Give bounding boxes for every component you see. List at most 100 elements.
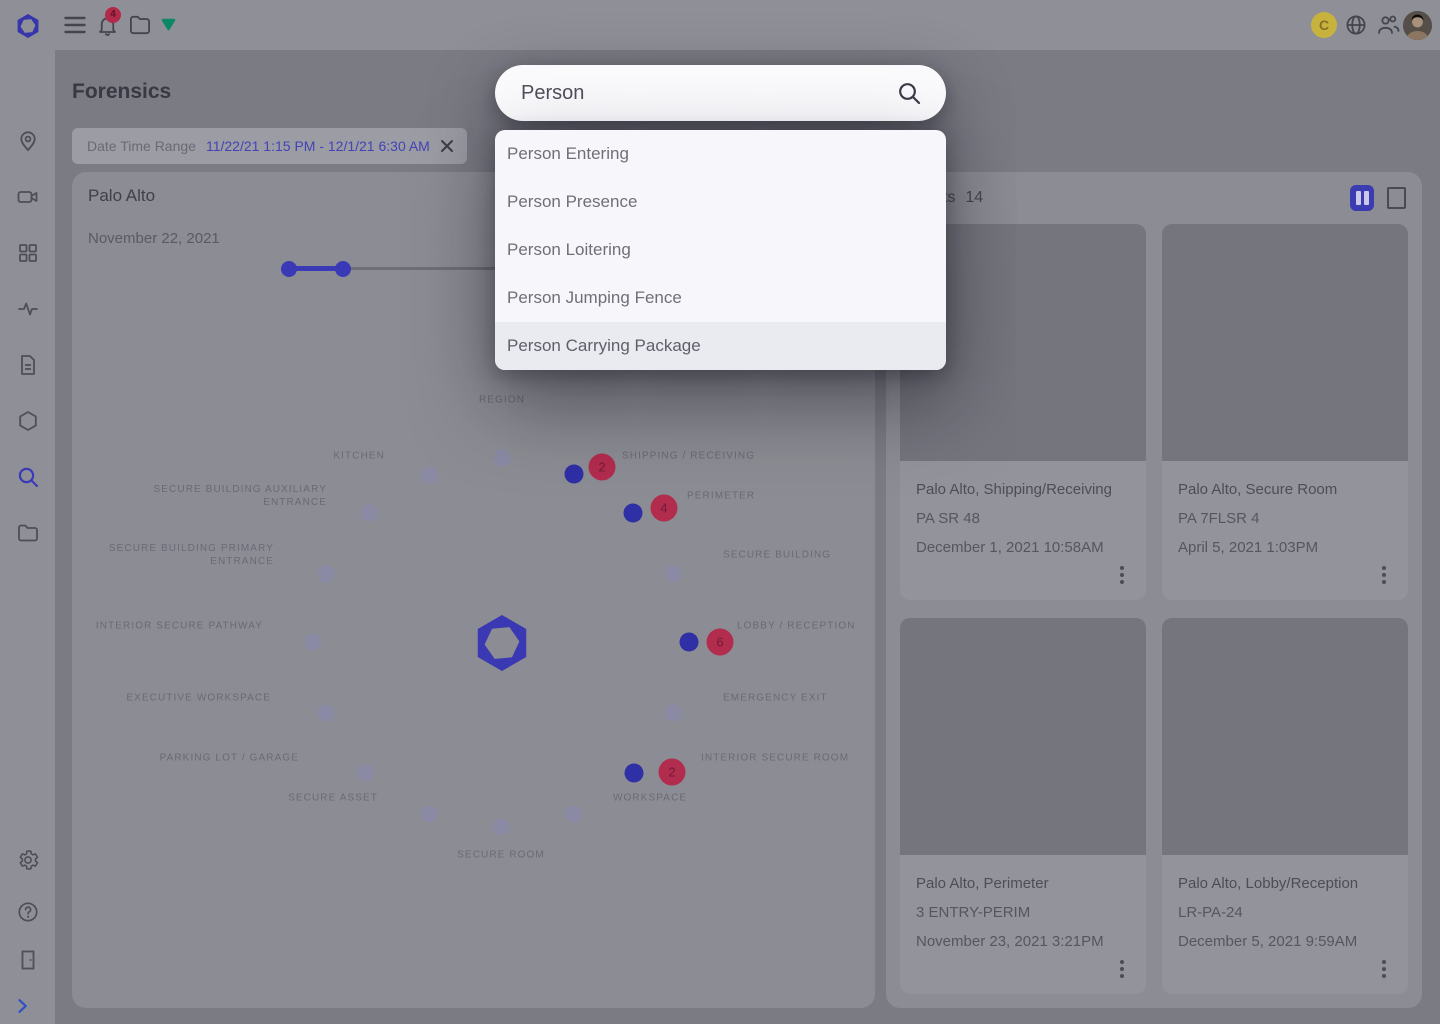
card-menu-button[interactable] xyxy=(1116,562,1128,588)
result-card[interactable]: Palo Alto, Secure RoomPA 7FLSR 4April 5,… xyxy=(1162,224,1408,600)
results-count: 14 xyxy=(965,189,983,207)
sidebar-item-forensics-search[interactable] xyxy=(16,465,40,489)
map-dot-red[interactable]: 2 xyxy=(589,454,616,481)
side-nav xyxy=(0,50,55,1024)
map-dot-gray[interactable] xyxy=(318,705,335,722)
map-zone-label: EXECUTIVE WORKSPACE xyxy=(126,692,271,705)
map-zone-label: SECURE BUILDING PRIMARY ENTRANCE xyxy=(109,542,274,568)
top-bar: 4 C xyxy=(0,0,1440,50)
notifications-button[interactable]: 4 xyxy=(96,14,120,38)
globe-icon[interactable] xyxy=(1344,13,1368,37)
sidebar-item-sites[interactable] xyxy=(16,129,40,153)
search-input[interactable] xyxy=(521,65,861,121)
grid-view-toggle-icon[interactable] xyxy=(1350,185,1374,211)
suggestion-item[interactable]: Person Jumping Fence xyxy=(495,274,946,322)
notification-badge: 4 xyxy=(105,7,121,23)
chip-close-icon[interactable] xyxy=(440,139,454,153)
map-dot-blue[interactable] xyxy=(624,504,643,523)
sidebar-item-dashboard[interactable] xyxy=(16,241,40,265)
map-zone-label: SECURE ASSET xyxy=(288,792,378,805)
suggestion-item[interactable]: Person Entering xyxy=(495,130,946,178)
map-dot-red[interactable]: 6 xyxy=(707,629,734,656)
map-dot-blue[interactable] xyxy=(680,633,699,652)
folder-top-icon[interactable] xyxy=(129,15,151,35)
card-datetime: April 5, 2021 1:03PM xyxy=(1178,539,1392,556)
single-view-toggle-icon[interactable] xyxy=(1387,187,1406,209)
sidebar-item-hexagon[interactable] xyxy=(16,409,40,433)
app-logo-icon[interactable] xyxy=(16,14,40,38)
users-icon[interactable] xyxy=(1376,14,1400,36)
search-suggestions: Person EnteringPerson PresencePerson Loi… xyxy=(495,130,946,370)
org-avatar[interactable]: C xyxy=(1311,12,1337,38)
map-zone-label: KITCHEN xyxy=(333,450,385,463)
map-dot-red[interactable]: 2 xyxy=(659,759,686,786)
site-hexagon-logo-icon xyxy=(474,615,530,671)
map-zone-label: PERIMETER xyxy=(687,490,755,503)
card-body: Palo Alto, Lobby/Reception LR-PA-24 Decemb… xyxy=(1162,855,1408,950)
sidebar-item-files[interactable] xyxy=(16,521,40,545)
door-exit-icon[interactable] xyxy=(16,948,40,972)
clip-thumbnail[interactable] xyxy=(900,618,1146,855)
map-zone-label: INTERIOR SECURE PATHWAY xyxy=(96,620,263,633)
sidebar-item-cameras[interactable] xyxy=(16,185,40,209)
map-dot-gray[interactable] xyxy=(361,505,378,522)
card-datetime: December 5, 2021 9:59AM xyxy=(1178,933,1392,950)
suggestion-item[interactable]: Person Presence xyxy=(495,178,946,226)
card-body: Palo Alto, Secure RoomPA 7FLSR 4April 5,… xyxy=(1162,461,1408,556)
map-zone-label: PARKING LOT / GARAGE xyxy=(160,752,299,765)
result-card[interactable]: Palo Alto, Perimeter3 ENTRY-PERIMNovembe… xyxy=(900,618,1146,994)
card-datetime: November 23, 2021 3:21PM xyxy=(916,933,1130,950)
map-dot-red[interactable]: 4 xyxy=(651,495,678,522)
dot-count: 4 xyxy=(660,501,667,516)
map-dot-gray[interactable] xyxy=(318,566,335,583)
card-camera: LR-PA-24 xyxy=(1178,904,1392,921)
map-dot-gray[interactable] xyxy=(566,806,583,823)
map-dot-gray[interactable] xyxy=(665,566,682,583)
results-panel: Results 14 Palo Alto, Shipping/Receiving… xyxy=(886,172,1422,1008)
suggestion-item[interactable]: Person Carrying Package xyxy=(495,322,946,370)
clip-thumbnail[interactable] xyxy=(1162,618,1408,855)
map-dot-blue[interactable] xyxy=(625,764,644,783)
card-body: Palo Alto, Shipping/ReceivingPA SR 48Dec… xyxy=(900,461,1146,556)
map-zone-label: INTERIOR SECURE ROOM xyxy=(701,752,849,765)
date-range-chip[interactable]: Date Time Range 11/22/21 1:15 PM - 12/1/… xyxy=(72,128,467,164)
card-camera: PA SR 48 xyxy=(916,510,1130,527)
map-dot-gray[interactable] xyxy=(305,634,322,651)
map-zone-label: SECURE BUILDING AUXILIARY ENTRANCE xyxy=(154,483,327,509)
page-title: Forensics xyxy=(72,80,171,104)
chip-value: 11/22/21 1:15 PM - 12/1/21 6:30 AM xyxy=(206,138,430,154)
settings-icon[interactable] xyxy=(16,848,40,872)
card-location: Palo Alto, Secure Room xyxy=(1178,481,1392,498)
card-location: Palo Alto, Lobby/Reception xyxy=(1178,875,1392,892)
map-zone-label: LOBBY / RECEPTION xyxy=(737,620,856,633)
chip-label: Date Time Range xyxy=(87,138,196,154)
map-dot-blue[interactable] xyxy=(565,465,584,484)
dot-count: 2 xyxy=(668,765,675,780)
map-dot-gray[interactable] xyxy=(665,705,682,722)
help-icon[interactable] xyxy=(16,900,40,924)
map-zone-label: SECURE ROOM xyxy=(457,849,545,862)
card-menu-button[interactable] xyxy=(1378,956,1390,982)
search-icon[interactable] xyxy=(896,80,922,106)
card-datetime: December 1, 2021 10:58AM xyxy=(916,539,1130,556)
card-menu-button[interactable] xyxy=(1116,956,1128,982)
suggestion-item[interactable]: Person Loitering xyxy=(495,226,946,274)
avatar-photo xyxy=(1403,11,1432,40)
search-bar[interactable] xyxy=(495,65,946,121)
result-card[interactable]: Palo Alto, Lobby/Reception LR-PA-24 Decemb… xyxy=(1162,618,1408,994)
map-dot-gray[interactable] xyxy=(422,467,439,484)
map-zone-label: REGION xyxy=(479,394,525,407)
user-avatar[interactable] xyxy=(1403,11,1432,40)
map-dot-gray[interactable] xyxy=(493,819,510,836)
sidebar-item-reports[interactable] xyxy=(16,353,40,377)
map-zone-label: SECURE BUILDING xyxy=(723,549,831,562)
map-dot-gray[interactable] xyxy=(358,765,375,782)
expand-nav-chevron-icon[interactable] xyxy=(12,996,32,1016)
dot-count: 2 xyxy=(598,460,605,475)
clip-thumbnail[interactable] xyxy=(1162,224,1408,461)
map-dot-gray[interactable] xyxy=(494,450,511,467)
hamburger-menu-icon[interactable] xyxy=(64,15,86,35)
card-menu-button[interactable] xyxy=(1378,562,1390,588)
map-dot-gray[interactable] xyxy=(421,806,438,823)
sidebar-item-activity[interactable] xyxy=(16,297,40,321)
